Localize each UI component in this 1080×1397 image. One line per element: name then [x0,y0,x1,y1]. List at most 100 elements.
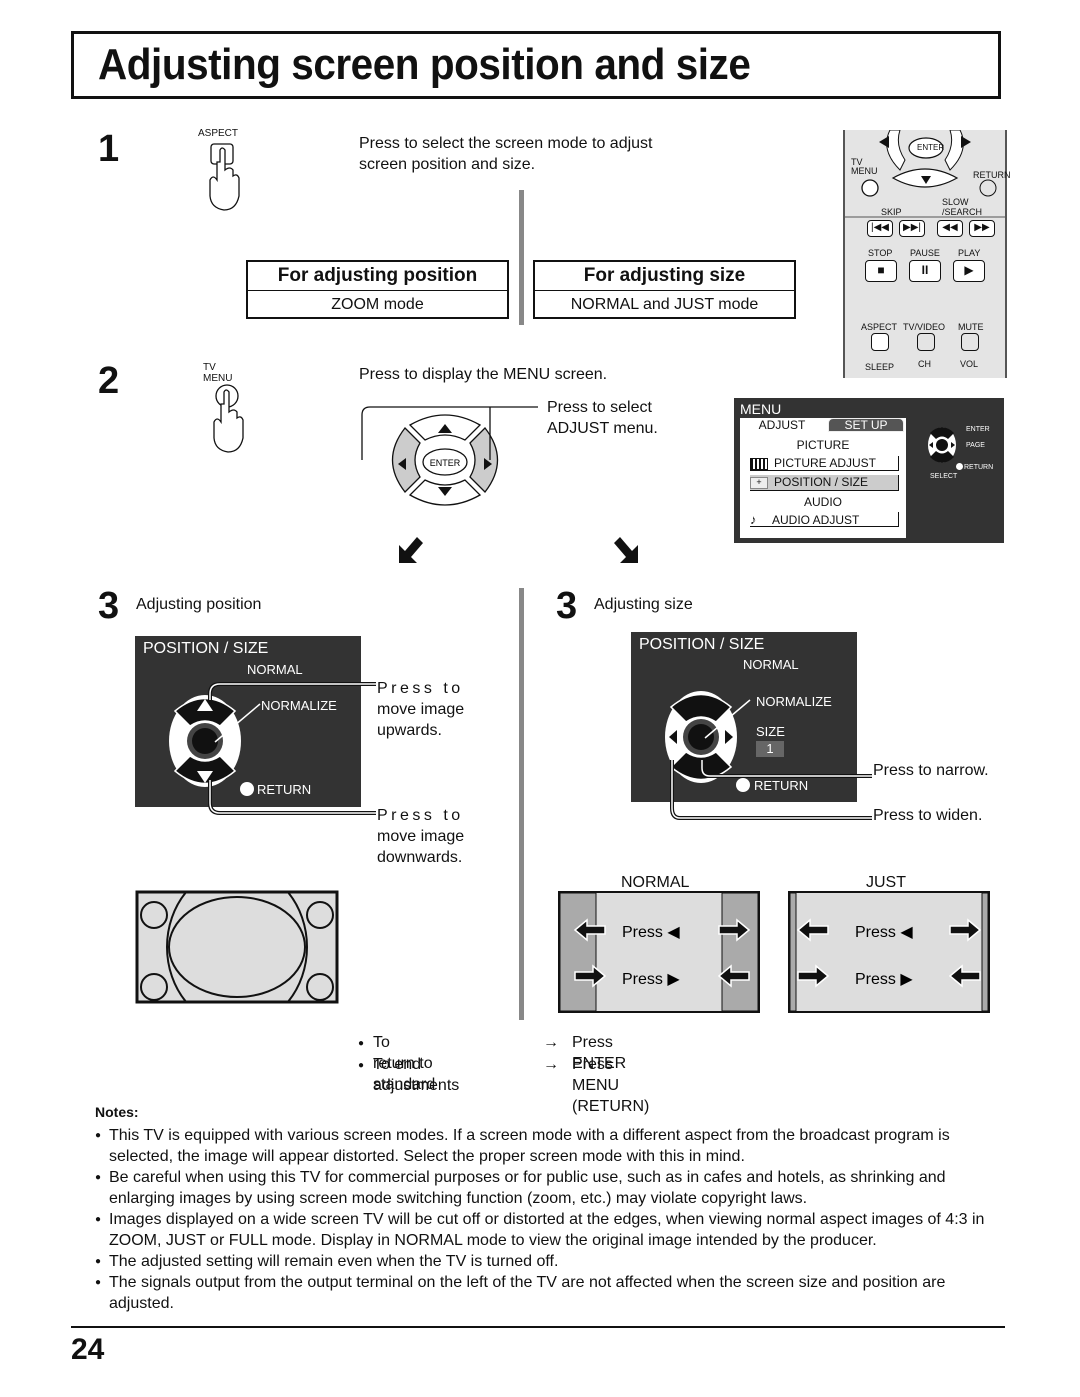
remote-skip-back-button[interactable]: |◀◀ [867,220,893,237]
tv-label: TV [203,362,216,373]
remote-stop-button[interactable]: ■ [865,260,897,282]
normal-press-right: Press ▶ [622,971,680,988]
size-osd-title: POSITION / SIZE [639,636,765,653]
remote-slow-label: SLOW [942,197,969,207]
remote-skip-forward-button[interactable]: ▶▶| [899,220,925,237]
arrow-icon: → [543,1034,559,1051]
menu-tab-adjust[interactable]: ADJUST [742,418,822,432]
remote-enter-label: ENTER [917,143,945,152]
menu-legend-select: SELECT [930,473,958,480]
aspect-button-label: ASPECT [198,128,239,139]
remote-play-button[interactable]: ▶ [953,260,985,282]
step-number-3-position: 3 [98,585,120,627]
remote-aspect-button[interactable] [871,333,889,351]
step3-position-caption: Adjusting position [136,596,262,613]
step2-select-instruction: Press to select ADJUST menu. [547,397,658,439]
step3-size-caption: Adjusting size [594,596,693,613]
remote-stop-label: STOP [868,248,893,258]
remote-return-button [979,179,997,197]
press-up-instruction: Press to move image upwards. [377,678,464,741]
page-title: Adjusting screen position and size [98,40,751,89]
normal-mode-diagram: Press ◀ Press ▶ [558,891,760,1013]
step-number-1: 1 [98,128,120,170]
step2-instruction: Press to display the MENU screen. [359,366,608,383]
dpad-right-button [469,427,498,493]
dpad-left-button [392,427,421,493]
picture-adjust-label: PICTURE ADJUST [774,456,877,470]
remote-tv-video-label: TV/VIDEO [903,322,946,332]
press-widen-instruction: Press to widen. [873,807,983,824]
bullet-icon: ● [358,1038,365,1049]
remote-menu-label: MENU [851,166,878,176]
remote-left-arrow-icon [879,136,889,148]
step-number-2: 2 [98,360,120,402]
remote-skip-label: SKIP [881,207,902,217]
menu-tab-setup[interactable]: SET UP [828,418,904,432]
arrow-down-left-icon [399,537,423,563]
step-number-3-size: 3 [556,585,578,627]
arrow-down-right-icon [614,537,638,563]
remote-mute-button[interactable] [961,333,979,351]
remote-tv-video-button[interactable] [917,333,935,351]
audio-adjust-label: AUDIO ADJUST [772,513,860,527]
remote-ch-label: CH [918,359,931,369]
remote-rewind-button[interactable]: ◀◀ [937,220,963,237]
dpad-enter-label: ENTER [430,458,461,468]
remote-pause-label: PAUSE [910,248,940,258]
note-item: The signals output from the output termi… [95,1272,1010,1314]
menu-return-dot-icon [956,463,963,470]
just-press-left: Press ◀ [855,924,913,941]
footer-rule [71,1326,1005,1328]
mode-size-heading: For adjusting size [535,262,794,291]
size-osd-mode: NORMAL [743,657,799,672]
menu-header-audio: AUDIO [803,495,842,509]
mode-position-heading: For adjusting position [248,262,507,291]
up-line1: Press to [377,680,464,697]
menu-title: MENU [740,401,782,417]
remote-control: ENTER TV MENU RETURN SLOW SKIP /SEARCH |◀… [843,130,1011,378]
position-icon: + [750,476,768,489]
menu-item-picture-adjust[interactable]: PICTURE ADJUST [750,456,899,471]
normal-press-left: Press ◀ [622,924,680,941]
menu-screen: MENU ADJUST SET UP PICTURE PICTURE ADJUS… [734,398,1004,543]
up-line3: upwards. [377,722,442,739]
remote-right-arrow-icon [961,136,971,148]
remote-return-label: RETURN [973,170,1011,180]
hand-press-menu-icon [213,384,244,453]
shortcut-action: To end adjustments [373,1056,460,1094]
menu-legend-return: RETURN [964,464,994,471]
select-line2: ADJUST menu. [547,420,658,437]
press-down-instruction: Press to move image downwards. [377,805,464,868]
column-divider-top [519,190,524,325]
remote-vol-label: VOL [960,359,979,369]
mode-box-position: For adjusting position ZOOM mode [246,260,509,319]
menu-legend-enter: ENTER [966,426,990,433]
notes-heading: Notes: [95,1104,139,1120]
menu-item-audio-adjust[interactable]: ♪ AUDIO ADJUST [750,512,899,527]
down-line3: downwards. [377,849,463,866]
note-item: This TV is equipped with various screen … [95,1125,1010,1167]
position-size-label: POSITION / SIZE [774,475,869,489]
step1-instruction-line1: Press to select the screen mode to adjus… [359,135,653,152]
remote-mute-label: MUTE [958,322,984,332]
remote-aspect-label: ASPECT [861,322,898,332]
hand-press-aspect-icon [209,143,240,211]
remote-tv-menu-button [861,179,879,197]
arrow-icon: → [543,1056,559,1073]
remote-fast-forward-button[interactable]: ▶▶ [969,220,995,237]
down-line2: move image [377,828,465,845]
remote-tv-menu-label: TV MENU [851,158,878,176]
menu-item-position-size[interactable]: + POSITION / SIZE [750,475,899,491]
position-callout-lines [208,682,376,815]
remote-play-label: PLAY [958,248,981,258]
page-title-box: Adjusting screen position and size [71,31,1001,99]
select-line1: Press to select [547,399,652,416]
down-line1: Press to [377,807,464,824]
step1-instruction: Press to select the screen mode to adjus… [359,133,652,175]
step1-instruction-line2: screen position and size. [359,156,536,173]
column-divider-bottom [519,588,524,1020]
tv-menu-button-label: TV MENU [203,362,232,384]
mode-position-mode: ZOOM mode [331,296,424,313]
remote-pause-button[interactable]: II [909,260,941,282]
note-item: Be careful when using this TV for commer… [95,1167,1010,1209]
